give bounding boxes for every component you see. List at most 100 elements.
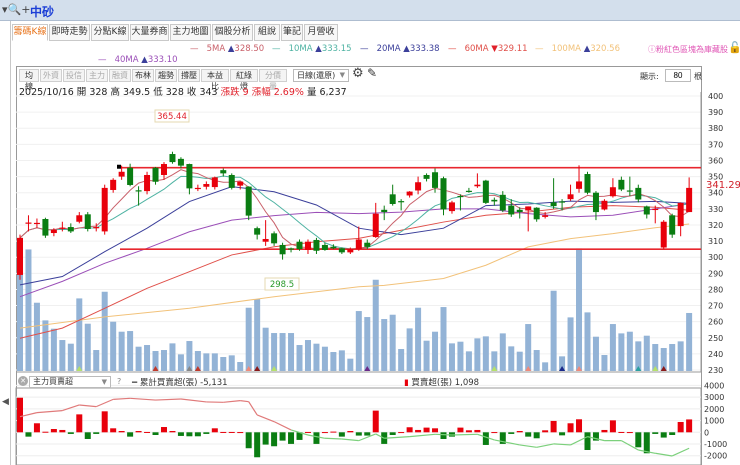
candle-body bbox=[364, 242, 371, 247]
close-icon[interactable]: ✕ bbox=[18, 376, 28, 386]
candle-body bbox=[609, 187, 616, 197]
candle-body bbox=[592, 192, 599, 213]
net-buy-bar bbox=[160, 427, 167, 433]
sub-y-tick-label: 2000 bbox=[704, 405, 724, 414]
candle bbox=[491, 197, 498, 206]
volume-bar bbox=[118, 331, 125, 371]
candle bbox=[25, 215, 32, 232]
net-buy-bar bbox=[262, 432, 269, 445]
cumulative-line-segment bbox=[341, 438, 359, 442]
indicator-select[interactable]: 主力買賣超 ▼ bbox=[29, 376, 111, 388]
high-price-callout: 365.44 bbox=[154, 109, 190, 123]
candle bbox=[42, 217, 49, 238]
net-buy-bar bbox=[25, 432, 32, 437]
candle-body bbox=[525, 206, 532, 211]
volume-bar bbox=[93, 350, 100, 371]
candle bbox=[76, 212, 83, 224]
candle bbox=[609, 178, 616, 198]
candle bbox=[457, 194, 464, 211]
volume-bar bbox=[440, 307, 447, 371]
net-buy-bar bbox=[669, 432, 676, 435]
candle-body bbox=[254, 228, 261, 235]
ma-line-40ma bbox=[19, 203, 690, 298]
y-tick-label: 390 bbox=[708, 108, 723, 117]
candle-body bbox=[330, 246, 337, 249]
candle-body bbox=[635, 187, 642, 200]
cumulative-line-segment bbox=[451, 433, 478, 436]
net-buy-bar bbox=[203, 432, 210, 434]
volume-bar bbox=[254, 299, 261, 371]
candle-body bbox=[406, 191, 413, 196]
candle-body bbox=[152, 167, 159, 182]
price-chart[interactable]: 2302402502602702802903003103203303403503… bbox=[0, 0, 740, 465]
candle-body bbox=[372, 213, 379, 238]
volume-bar bbox=[313, 343, 320, 371]
y-tick-label: 360 bbox=[708, 156, 723, 165]
volume-bar bbox=[338, 350, 345, 371]
candle-body bbox=[398, 201, 405, 203]
candle bbox=[389, 184, 396, 206]
net-buy-bar bbox=[643, 432, 650, 454]
candle bbox=[465, 187, 472, 193]
volume-bar bbox=[415, 307, 422, 371]
net-buy-bar bbox=[423, 427, 430, 433]
volume-bar bbox=[516, 351, 523, 371]
candle bbox=[533, 207, 540, 222]
volume-bar bbox=[169, 343, 176, 371]
sub-y-tick-label: 3000 bbox=[704, 393, 724, 402]
candle-body bbox=[144, 174, 151, 192]
cumulative-line-segment bbox=[180, 398, 207, 403]
candle-body bbox=[338, 248, 345, 253]
cumulative-line-segment bbox=[324, 437, 342, 440]
candle bbox=[194, 184, 201, 192]
volume-bar bbox=[448, 343, 455, 371]
net-buy-bar bbox=[389, 432, 396, 435]
help-icon[interactable]: ? bbox=[117, 377, 121, 386]
volume-bar bbox=[25, 249, 32, 371]
candle bbox=[101, 184, 108, 235]
volume-bar bbox=[550, 290, 557, 371]
volume-bar bbox=[423, 340, 430, 371]
volume-bar bbox=[372, 279, 379, 371]
candle bbox=[288, 247, 295, 253]
candle-body bbox=[118, 171, 125, 177]
candle-body bbox=[304, 241, 311, 250]
candle-body bbox=[203, 184, 210, 187]
net-buy-bar bbox=[76, 414, 83, 433]
candle bbox=[406, 191, 413, 198]
y-tick-label: 380 bbox=[708, 124, 723, 133]
y-tick-label: 230 bbox=[708, 366, 723, 375]
net-buy-bar bbox=[677, 421, 684, 433]
candle-body bbox=[67, 227, 74, 232]
candle bbox=[482, 179, 489, 205]
net-buy-bar bbox=[686, 419, 693, 433]
candle-body bbox=[381, 209, 388, 213]
net-buy-bar bbox=[525, 432, 532, 437]
candle-body bbox=[686, 187, 693, 213]
volume-bar bbox=[211, 353, 218, 371]
candle-body bbox=[237, 181, 244, 186]
net-buy-bar bbox=[516, 431, 523, 433]
candle-body bbox=[643, 206, 650, 215]
cumulative-line-segment bbox=[79, 404, 97, 408]
y-tick-label: 330 bbox=[708, 205, 723, 214]
net-buy-bar bbox=[127, 432, 134, 437]
net-buy-bar bbox=[254, 432, 261, 458]
volume-bar bbox=[601, 355, 608, 371]
net-buy-bar bbox=[93, 432, 100, 434]
candle-body bbox=[271, 233, 278, 244]
candle bbox=[203, 181, 210, 190]
candle bbox=[177, 157, 184, 169]
volume-bar bbox=[59, 340, 66, 371]
y-tick-label: 310 bbox=[708, 237, 723, 246]
candle-body bbox=[533, 207, 540, 220]
anchor-handle bbox=[117, 164, 121, 169]
net-buy-bar bbox=[144, 431, 151, 433]
collapse-left-icon[interactable]: ◀ bbox=[2, 397, 9, 407]
candle bbox=[499, 191, 506, 213]
cumulative-line-segment bbox=[384, 436, 410, 439]
cumulative-line-segment bbox=[113, 397, 131, 400]
volume-bar bbox=[330, 352, 337, 371]
net-buy-bar bbox=[550, 420, 557, 433]
net-buy-bar bbox=[330, 431, 337, 433]
